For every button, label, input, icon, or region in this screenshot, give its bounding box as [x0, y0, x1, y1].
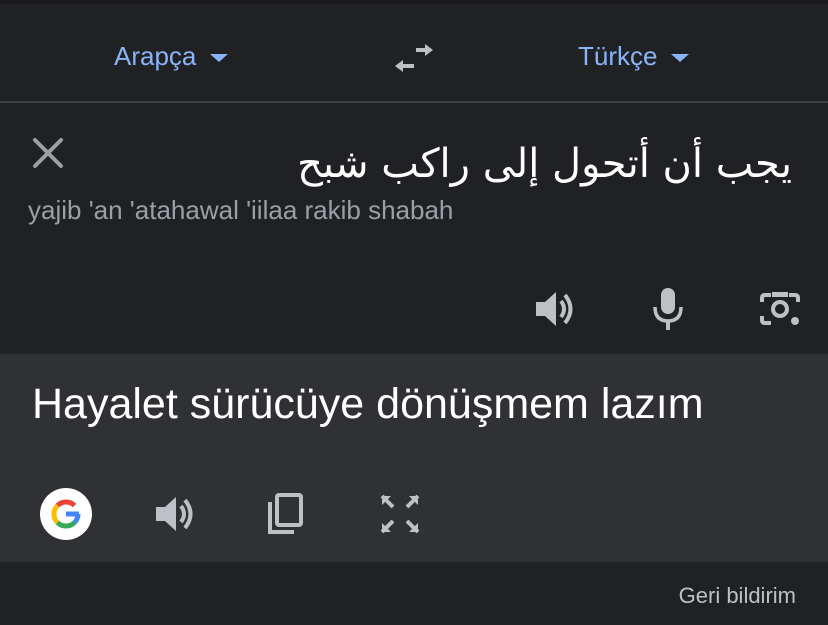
speaker-icon — [156, 497, 193, 531]
listen-source-button[interactable] — [532, 285, 580, 333]
camera-button[interactable] — [756, 285, 804, 333]
output-panel: Hayalet sürücüye dönüşmem lazım — [0, 354, 828, 562]
google-logo-icon — [51, 499, 81, 529]
copy-icon — [268, 493, 303, 534]
source-language-label: Arapça — [114, 40, 197, 71]
input-panel: يجب أن أتحول إلى راكب شبح yajib 'an 'ata… — [0, 103, 828, 354]
swap-arrows-icon — [395, 44, 433, 72]
chevron-down-icon — [671, 53, 690, 62]
listen-translation-button[interactable] — [152, 490, 200, 538]
microphone-icon — [653, 288, 683, 330]
microphone-button[interactable] — [644, 285, 692, 333]
clear-input-button[interactable] — [30, 135, 66, 171]
translation-text: Hayalet sürücüye dönüşmem lazım — [32, 380, 704, 428]
close-icon — [33, 138, 63, 168]
speaker-icon — [536, 292, 573, 326]
target-language-selector[interactable]: Türkçe — [578, 39, 690, 73]
fullscreen-icon — [380, 494, 420, 534]
transliteration: yajib 'an 'atahawal 'iilaa rakib shabah — [28, 195, 454, 225]
target-language-label: Türkçe — [578, 40, 658, 71]
google-search-button[interactable] — [40, 488, 92, 540]
fullscreen-button[interactable] — [376, 490, 424, 538]
chevron-down-icon — [210, 53, 229, 62]
language-bar: Arapça Türkçe — [0, 4, 828, 102]
footer: Geri bildirim — [0, 562, 828, 625]
source-text[interactable]: يجب أن أتحول إلى راكب شبح — [297, 141, 792, 187]
camera-icon — [760, 292, 800, 325]
copy-translation-button[interactable] — [262, 490, 310, 538]
source-language-selector[interactable]: Arapça — [114, 39, 229, 73]
feedback-link[interactable]: Geri bildirim — [679, 583, 796, 609]
swap-languages-button[interactable] — [392, 42, 436, 74]
